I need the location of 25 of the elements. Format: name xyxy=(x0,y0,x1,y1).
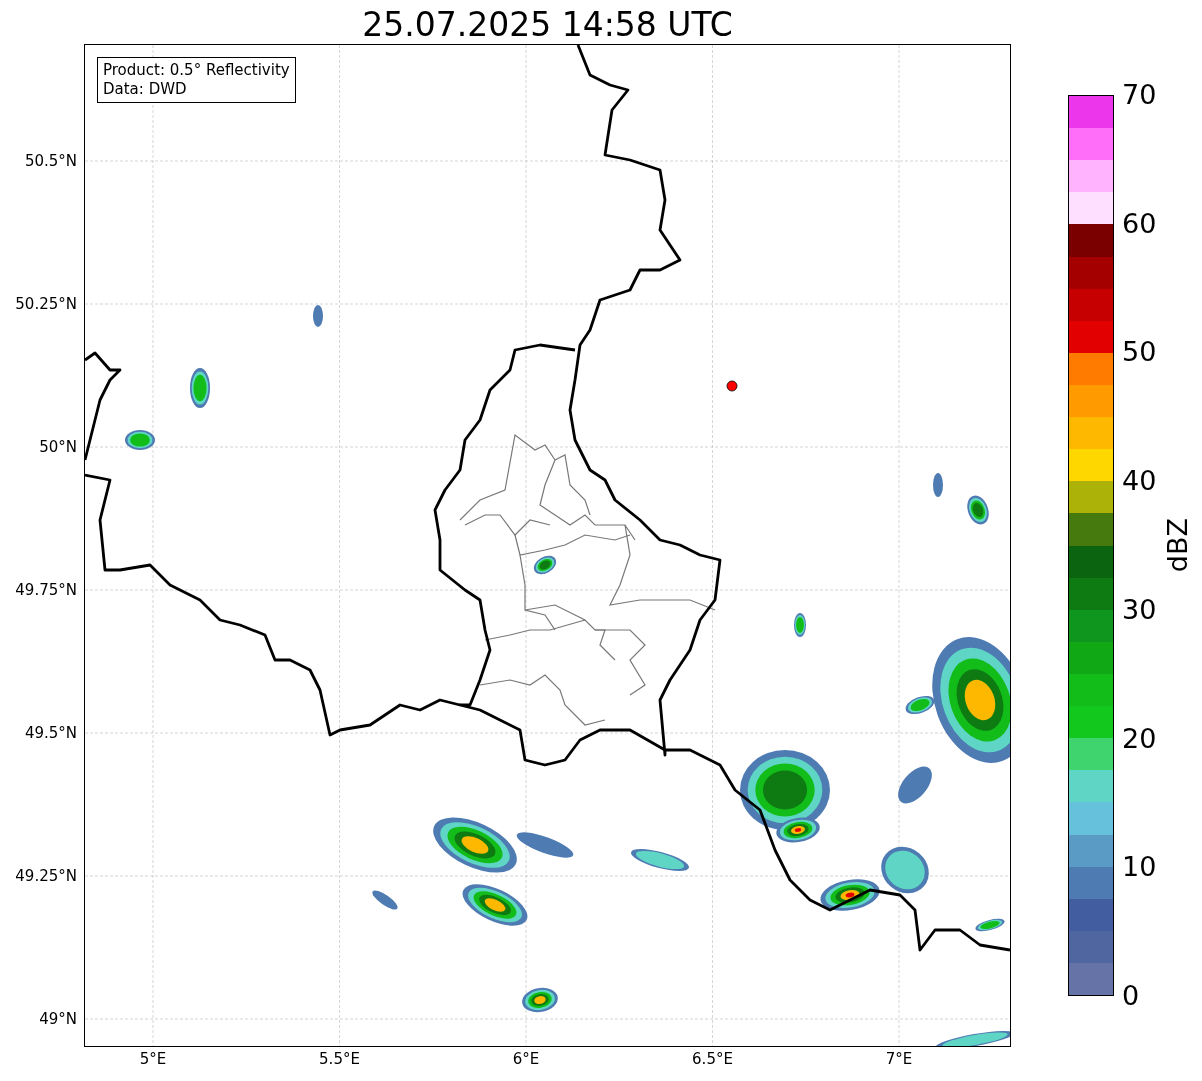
latitude-tick-label: 50°N xyxy=(39,438,77,456)
latitude-tick-label: 50.5°N xyxy=(24,152,77,170)
latitude-tick-label: 49.25°N xyxy=(15,867,77,885)
legend-text: Product: 0.5° Reflectivity xyxy=(103,61,290,80)
scale-tick-label: 10 xyxy=(1122,852,1157,883)
scale-tick-label: 40 xyxy=(1122,466,1157,497)
longitude-tick-label: 7°E xyxy=(885,1050,913,1068)
location-marker xyxy=(726,380,738,392)
scale-tick-label: 60 xyxy=(1122,208,1157,239)
scale-tick-label: 50 xyxy=(1122,337,1157,368)
legend-text: Data: DWD xyxy=(103,80,188,99)
colorbar-label: dBZ xyxy=(1162,518,1193,573)
latitude-tick-label: 49.5°N xyxy=(24,724,77,742)
latitude-tick-label: 49.75°N xyxy=(15,581,77,599)
latitude-tick-label: 50.25°N xyxy=(15,295,77,313)
chart-title: 25.07.2025 14:58 UTC xyxy=(361,4,734,45)
longitude-tick-label: 5.5°E xyxy=(319,1050,360,1068)
longitude-tick-label: 5°E xyxy=(139,1050,167,1068)
scale-tick-label: 30 xyxy=(1122,594,1157,625)
longitude-tick-label: 6°E xyxy=(512,1050,540,1068)
longitude-tick-label: 6.5°E xyxy=(692,1050,733,1068)
scale-tick-label: 0 xyxy=(1122,981,1140,1011)
scale-tick-label: 20 xyxy=(1122,723,1157,754)
latitude-tick-label: 49°N xyxy=(39,1010,77,1028)
scale-tick-label: 70 xyxy=(1122,80,1157,110)
